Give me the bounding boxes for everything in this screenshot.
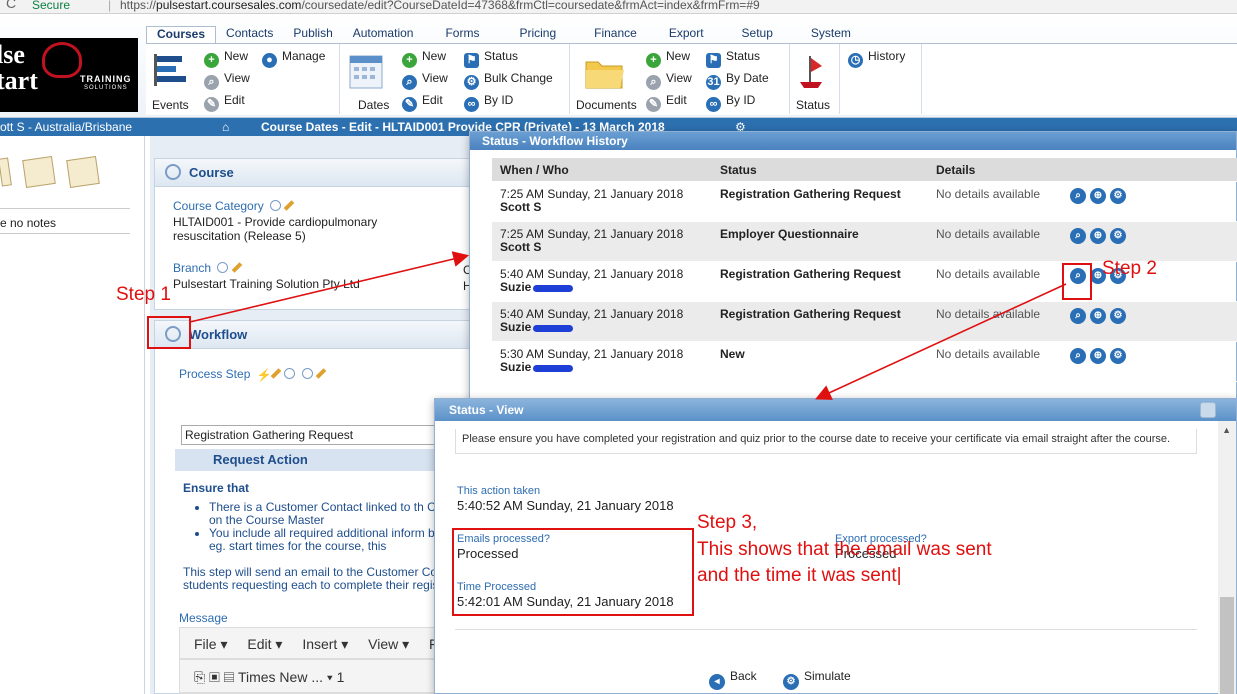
step3-note-line2: and the time it was sent|	[697, 565, 902, 586]
step2-label: Step 2	[1102, 258, 1157, 279]
step3-highlight-box	[452, 528, 694, 616]
step3-note-line1: This shows that the email was sent	[697, 539, 992, 560]
step1-arrow	[189, 251, 470, 323]
step1-highlight-box	[147, 316, 191, 349]
step2-arrow	[815, 283, 1067, 400]
step3-label: Step 3,	[697, 512, 758, 533]
step2-highlight-box	[1062, 263, 1092, 300]
step1-label: Step 1	[116, 284, 171, 305]
